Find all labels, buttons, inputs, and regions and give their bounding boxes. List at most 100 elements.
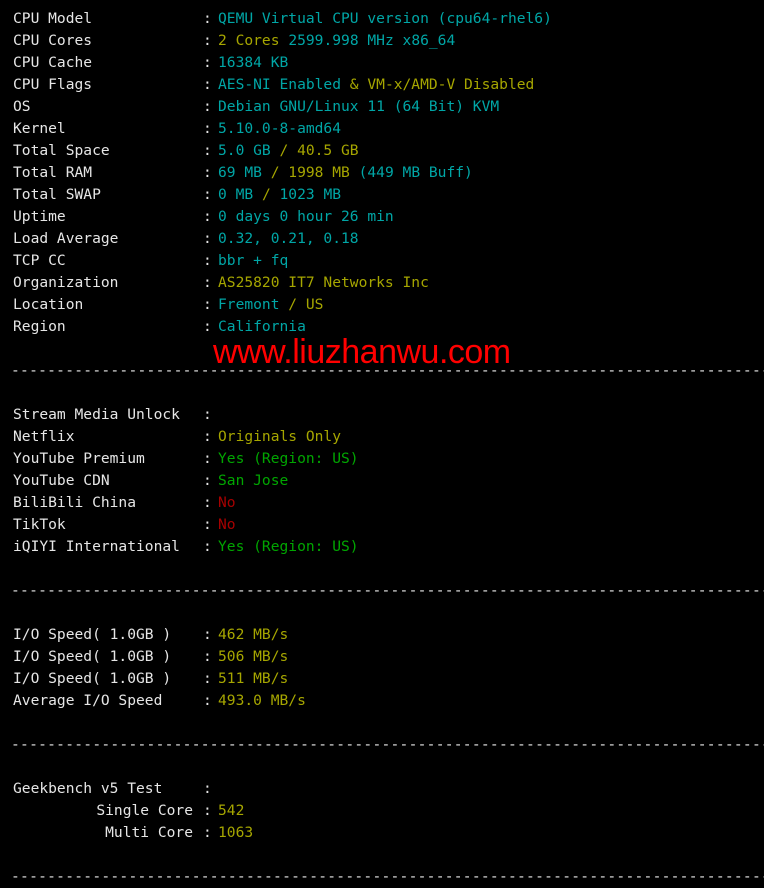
info-row: OS: Debian GNU/Linux 11 (64 Bit) KVM: [0, 96, 764, 118]
info-row-label: Total SWAP: [13, 186, 101, 203]
info-row-label: I/O Speed( 1.0GB ): [13, 626, 172, 643]
info-row: YouTube CDN: San Jose: [0, 470, 764, 492]
value-segment: / US: [279, 296, 324, 313]
section-stream-media-unlock: Stream Media Unlock: Netflix: Originals On…: [0, 404, 764, 558]
value-segment: 506 MB/s: [218, 648, 289, 665]
info-row-value: No: [218, 494, 236, 511]
info-row: Netflix: Originals Only: [0, 426, 764, 448]
info-row-colon: :: [203, 802, 212, 819]
value-segment: San Jose: [218, 472, 289, 489]
value-segment: Fremont: [218, 296, 280, 313]
info-row-label: CPU Cores: [13, 32, 93, 49]
value-segment: 2 Cores: [218, 32, 280, 49]
info-row-colon: :: [203, 274, 212, 291]
info-row-value: California: [218, 318, 306, 335]
info-row-label: TCP CC: [13, 252, 66, 269]
value-segment: VM-x/AMD-V Disabled: [367, 76, 535, 93]
info-row-value: AS25820 IT7 Networks Inc: [218, 274, 429, 291]
info-row-colon: :: [203, 142, 212, 159]
info-row-value: 493.0 MB/s: [218, 692, 306, 709]
value-segment: 0 days 0 hour 26 min: [218, 208, 394, 225]
value-segment: 16384 KB: [218, 54, 289, 71]
value-segment: 40.5 GB: [297, 142, 359, 159]
value-segment: AES-NI Enabled: [218, 76, 342, 93]
section-system-info: CPU Model: QEMU Virtual CPU version (cpu6…: [0, 8, 764, 338]
value-segment: 1998 MB: [288, 164, 350, 181]
info-row: Single Core:542: [0, 800, 764, 822]
info-row-colon: :: [203, 54, 212, 71]
info-row-value: 5.10.0-8-amd64: [218, 120, 341, 137]
info-row-label: Total RAM: [13, 164, 93, 181]
info-row: TikTok: No: [0, 514, 764, 536]
info-row: CPU Model: QEMU Virtual CPU version (cpu6…: [0, 8, 764, 30]
info-row-value: 1063: [218, 824, 253, 841]
info-row-label: I/O Speed( 1.0GB ): [13, 670, 172, 687]
info-row: Multi Core:1063: [0, 822, 764, 844]
info-row-label: BiliBili China: [13, 494, 137, 511]
info-row-value: bbr + fq: [218, 252, 288, 269]
info-row-colon: :: [203, 32, 212, 49]
info-row-value: 0 MB / 1023 MB: [218, 186, 341, 203]
info-row-colon: :: [203, 76, 212, 93]
info-row-value: Yes (Region: US): [218, 538, 359, 555]
section-separator: ----------------------------------------…: [11, 362, 764, 379]
info-row-colon: :: [203, 648, 212, 665]
info-row-colon: :: [203, 824, 212, 841]
info-row-value: 462 MB/s: [218, 626, 288, 643]
info-row-label: CPU Cache: [13, 54, 93, 71]
info-row-colon: :: [203, 494, 212, 511]
value-segment: &: [341, 76, 368, 93]
info-row-value: Debian GNU/Linux 11 (64 Bit) KVM: [218, 98, 499, 115]
info-row-label: Region: [13, 318, 66, 335]
value-segment: 0 MB: [218, 186, 254, 203]
info-row-colon: :: [203, 516, 212, 533]
value-segment: No: [218, 516, 236, 533]
info-row-colon: :: [203, 296, 212, 313]
info-row: Total RAM:69 MB / 1998 MB (449 MB Buff): [0, 162, 764, 184]
info-row-colon: :: [203, 538, 212, 555]
info-row-value: Fremont / US: [218, 296, 323, 313]
value-segment: /: [261, 164, 289, 181]
value-segment: Debian GNU/Linux 11 (64 Bit) KVM: [218, 98, 500, 115]
info-row: Total SWAP:0 MB / 1023 MB: [0, 184, 764, 206]
value-segment: Originals Only: [218, 428, 342, 445]
info-row-colon: :: [203, 164, 212, 181]
value-segment: /: [270, 142, 298, 159]
info-row: Uptime:0 days 0 hour 26 min: [0, 206, 764, 228]
info-row-colon: :: [203, 450, 212, 467]
section-io-speed: I/O Speed( 1.0GB ):462 MB/s I/O Speed( 1.…: [0, 624, 764, 712]
value-segment: 462 MB/s: [218, 626, 289, 643]
info-row-value: 0.32, 0.21, 0.18: [218, 230, 359, 247]
info-row: I/O Speed( 1.0GB ):462 MB/s: [0, 624, 764, 646]
section-separator: ----------------------------------------…: [11, 868, 764, 885]
info-row: Stream Media Unlock:: [0, 404, 764, 426]
value-segment: California: [218, 318, 306, 335]
info-row-label: Single Core: [96, 802, 193, 819]
info-row-colon: :: [203, 406, 212, 423]
info-row-label: Location: [13, 296, 84, 313]
info-row-label: Kernel: [13, 120, 66, 137]
section-separator: ----------------------------------------…: [11, 582, 764, 599]
info-row: YouTube Premium: Yes (Region: US): [0, 448, 764, 470]
value-segment: 1023 MB: [279, 186, 342, 203]
info-row-label: TikTok: [13, 516, 66, 533]
info-row-colon: :: [203, 230, 212, 247]
value-segment: 511 MB/s: [218, 670, 289, 687]
info-row-value: 506 MB/s: [218, 648, 288, 665]
section-separator: ----------------------------------------…: [11, 736, 764, 753]
info-row-colon: :: [203, 428, 212, 445]
info-row-colon: :: [203, 120, 212, 137]
info-row-label: YouTube Premium: [13, 450, 145, 467]
info-row-value: No: [218, 516, 236, 533]
info-row-value: QEMU Virtual CPU version (cpu64-rhel6): [218, 10, 552, 27]
info-row: CPU Cores:2 Cores 2599.998 MHz x86_64: [0, 30, 764, 52]
info-row-colon: :: [203, 670, 212, 687]
info-row-colon: :: [203, 208, 212, 225]
info-row-label: Load Average: [13, 230, 119, 247]
info-row-colon: :: [203, 98, 212, 115]
info-row-value: 2 Cores 2599.998 MHz x86_64: [218, 32, 455, 49]
value-segment: /: [253, 186, 280, 203]
